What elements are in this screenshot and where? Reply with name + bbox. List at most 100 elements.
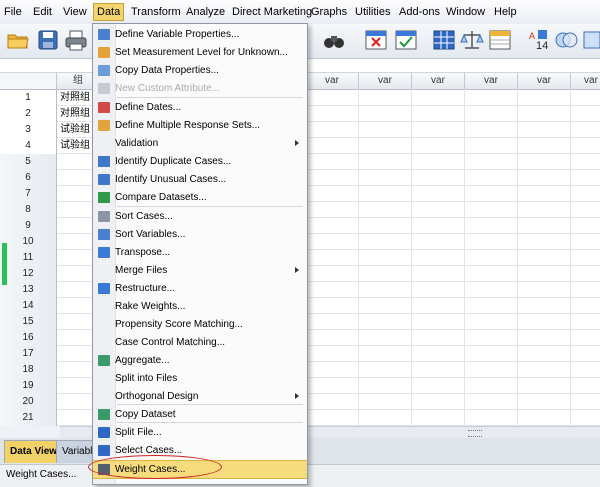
menu-item-restructure[interactable]: Restructure...	[93, 280, 307, 297]
menu-help[interactable]: Help	[494, 4, 517, 20]
row-header[interactable]: 7	[0, 186, 57, 203]
menu-item-identify-unusual-cases[interactable]: Identify Unusual Cases...	[93, 171, 307, 188]
grid-line	[517, 89, 518, 426]
menu-item-define-variable-properties[interactable]: Define Variable Properties...	[93, 26, 307, 43]
menu-item-set-measurement-level-for-unknown[interactable]: Set Measurement Level for Unknown...	[93, 44, 307, 61]
menu-item-identify-duplicate-cases[interactable]: Identify Duplicate Cases...	[93, 153, 307, 170]
menu-window[interactable]: Window	[446, 4, 485, 20]
menu-item-propensity-score-matching[interactable]: Propensity Score Matching...	[93, 316, 307, 333]
row-header[interactable]: 18	[0, 362, 57, 379]
menu-item-label: Case Control Matching...	[115, 337, 226, 348]
save-icon[interactable]	[36, 28, 60, 52]
column-header[interactable]: var	[518, 73, 571, 90]
row-header[interactable]: 20	[0, 394, 57, 411]
value-labels-icon[interactable]: A 14	[526, 28, 550, 52]
print-icon[interactable]	[64, 28, 88, 52]
menu-utilities[interactable]: Utilities	[355, 4, 390, 20]
menu-item-label: Identify Unusual Cases...	[115, 174, 227, 185]
row-header[interactable]: 11	[0, 250, 57, 267]
row-header[interactable]: 19	[0, 378, 57, 395]
row-header[interactable]: 14	[0, 298, 57, 315]
transpose-icon	[98, 247, 110, 258]
menu-item-merge-files[interactable]: Merge Files	[93, 262, 307, 279]
menu-item-label: Identify Duplicate Cases...	[115, 156, 232, 167]
row-header[interactable]: 4	[0, 138, 57, 155]
select-cases-toolbar-icon[interactable]	[488, 28, 512, 52]
column-header[interactable]: var	[465, 73, 518, 90]
compare-datasets-icon	[98, 192, 110, 203]
menu-item-label: Split into Files	[115, 373, 178, 384]
corner-header	[0, 73, 57, 90]
menu-transform[interactable]: Transform	[131, 4, 181, 20]
use-sets-icon[interactable]	[554, 28, 578, 52]
row-header[interactable]: 3	[0, 122, 57, 139]
menu-item-split-into-files[interactable]: Split into Files	[93, 370, 307, 387]
column-header[interactable]: var	[306, 73, 359, 90]
row-header[interactable]: 15	[0, 314, 57, 331]
menu-item-rake-weights[interactable]: Rake Weights...	[93, 298, 307, 315]
menu-item-compare-datasets[interactable]: Compare Datasets...	[93, 189, 307, 206]
submenu-arrow-icon	[295, 393, 299, 399]
menu-item-label: Rake Weights...	[115, 301, 186, 312]
menu-item-orthogonal-design[interactable]: Orthogonal Design	[93, 388, 307, 405]
menu-item-transpose[interactable]: Transpose...	[93, 244, 307, 261]
column-header[interactable]: var	[412, 73, 465, 90]
menu-file[interactable]: File	[4, 4, 22, 20]
menu-item-sort-variables[interactable]: Sort Variables...	[93, 226, 307, 243]
find-binoculars-icon[interactable]	[322, 28, 346, 52]
menu-item-label: Aggregate...	[115, 355, 170, 366]
spell-check-icon[interactable]	[582, 28, 600, 52]
menu-view[interactable]: View	[63, 4, 87, 20]
menu-item-case-control-matching[interactable]: Case Control Matching...	[93, 334, 307, 351]
grid-line	[570, 89, 571, 426]
row-header[interactable]: 5	[0, 154, 57, 171]
weight-scale-icon[interactable]	[460, 28, 484, 52]
row-header[interactable]: 10	[0, 234, 57, 251]
menu-edit[interactable]: Edit	[33, 4, 52, 20]
row-header[interactable]: 21	[0, 410, 57, 426]
row-header[interactable]: 2	[0, 106, 57, 123]
menu-item-label: Compare Datasets...	[115, 192, 207, 203]
menu-item-validation[interactable]: Validation	[93, 135, 307, 152]
row-header[interactable]: 13	[0, 282, 57, 299]
copy-properties-icon	[98, 65, 110, 76]
svg-text:A: A	[529, 31, 535, 41]
row-header[interactable]: 17	[0, 346, 57, 363]
scroll-grip[interactable]	[468, 430, 482, 437]
split-file-toolbar-icon[interactable]	[432, 28, 456, 52]
menu-direct-marketing[interactable]: Direct Marketing	[232, 4, 312, 20]
measurement-level-icon	[98, 47, 110, 58]
menu-graphs[interactable]: Graphs	[311, 4, 347, 20]
menu-item-label: Orthogonal Design	[115, 391, 199, 402]
select-cases-icon	[98, 445, 110, 456]
tab-data-view[interactable]: Data View	[4, 440, 64, 463]
menu-item-label: Validation	[115, 138, 159, 149]
menu-item-sort-cases[interactable]: Sort Cases...	[93, 208, 307, 225]
menu-add-ons[interactable]: Add-ons	[399, 4, 440, 20]
menu-item-aggregate[interactable]: Aggregate...	[93, 352, 307, 369]
sort-cases-icon	[98, 211, 110, 222]
insert-cases-icon[interactable]	[364, 28, 388, 52]
status-text: Weight Cases...	[6, 469, 77, 480]
open-folder-icon[interactable]	[6, 28, 30, 52]
column-header[interactable]: var	[571, 73, 600, 90]
menu-analyze[interactable]: Analyze	[186, 4, 225, 20]
row-header[interactable]: 9	[0, 218, 57, 235]
sort-variables-icon	[98, 229, 110, 240]
column-header[interactable]: var	[359, 73, 412, 90]
row-header[interactable]: 16	[0, 330, 57, 347]
row-header[interactable]: 12	[0, 266, 57, 283]
menu-item-split-file[interactable]: Split File...	[93, 424, 307, 441]
menu-item-define-multiple-response-sets[interactable]: Define Multiple Response Sets...	[93, 117, 307, 134]
menu-data[interactable]: Data	[93, 3, 125, 21]
row-header[interactable]: 6	[0, 170, 57, 187]
insert-variable-icon[interactable]	[394, 28, 418, 52]
menu-item-label: Define Multiple Response Sets...	[115, 120, 261, 131]
menu-item-copy-dataset[interactable]: Copy Dataset	[93, 406, 307, 423]
menu-item-label: Define Variable Properties...	[115, 29, 240, 40]
row-header[interactable]: 1	[0, 90, 57, 107]
menu-item-define-dates[interactable]: Define Dates...	[93, 99, 307, 116]
row-header[interactable]: 8	[0, 202, 57, 219]
aggregate-icon	[98, 355, 110, 366]
menu-item-copy-data-properties[interactable]: Copy Data Properties...	[93, 62, 307, 79]
